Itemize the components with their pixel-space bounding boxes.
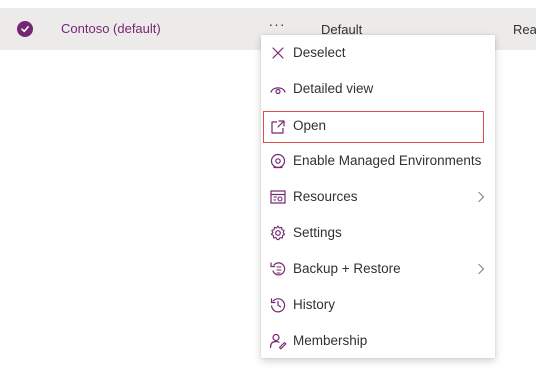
menu-item-label: Enable Managed Environments bbox=[293, 153, 482, 168]
menu-item-backup-restore[interactable]: Backup + Restore bbox=[261, 251, 495, 287]
menu-item-label: Deselect bbox=[293, 45, 346, 60]
context-menu: Deselect Detailed view Open Enable Manag… bbox=[261, 35, 495, 358]
history-icon bbox=[270, 298, 286, 313]
menu-item-label: Resources bbox=[293, 189, 358, 204]
menu-item-label: History bbox=[293, 297, 336, 312]
eye-icon bbox=[270, 87, 286, 95]
environment-state: Read bbox=[513, 22, 536, 37]
resources-icon bbox=[270, 190, 286, 204]
environment-name-link[interactable]: Contoso (default) bbox=[61, 21, 161, 36]
membership-icon bbox=[269, 333, 287, 350]
chevron-right-icon bbox=[478, 263, 485, 275]
menu-item-deselect[interactable]: Deselect bbox=[261, 35, 495, 71]
selected-check-icon[interactable] bbox=[17, 21, 33, 37]
menu-item-enable-managed-environments[interactable]: Enable Managed Environments bbox=[261, 143, 495, 179]
menu-item-detailed-view[interactable]: Detailed view bbox=[261, 71, 495, 107]
menu-item-label: Membership bbox=[293, 333, 368, 348]
menu-item-label: Open bbox=[293, 118, 327, 133]
close-icon bbox=[272, 47, 284, 59]
menu-item-open[interactable]: Open bbox=[263, 111, 484, 143]
menu-item-label: Settings bbox=[293, 225, 342, 240]
menu-item-label: Backup + Restore bbox=[293, 261, 401, 276]
more-actions-button[interactable]: ··· bbox=[266, 17, 288, 37]
managed-environment-icon bbox=[270, 153, 286, 169]
menu-item-history[interactable]: History bbox=[261, 287, 495, 323]
backup-restore-icon bbox=[270, 262, 286, 276]
menu-item-label: Detailed view bbox=[293, 81, 374, 96]
menu-item-settings[interactable]: Settings bbox=[261, 215, 495, 251]
menu-item-membership[interactable]: Membership bbox=[261, 323, 495, 359]
chevron-right-icon bbox=[478, 191, 485, 203]
gear-icon bbox=[270, 225, 286, 241]
open-external-icon bbox=[271, 120, 285, 134]
menu-item-resources[interactable]: Resources bbox=[261, 179, 495, 215]
